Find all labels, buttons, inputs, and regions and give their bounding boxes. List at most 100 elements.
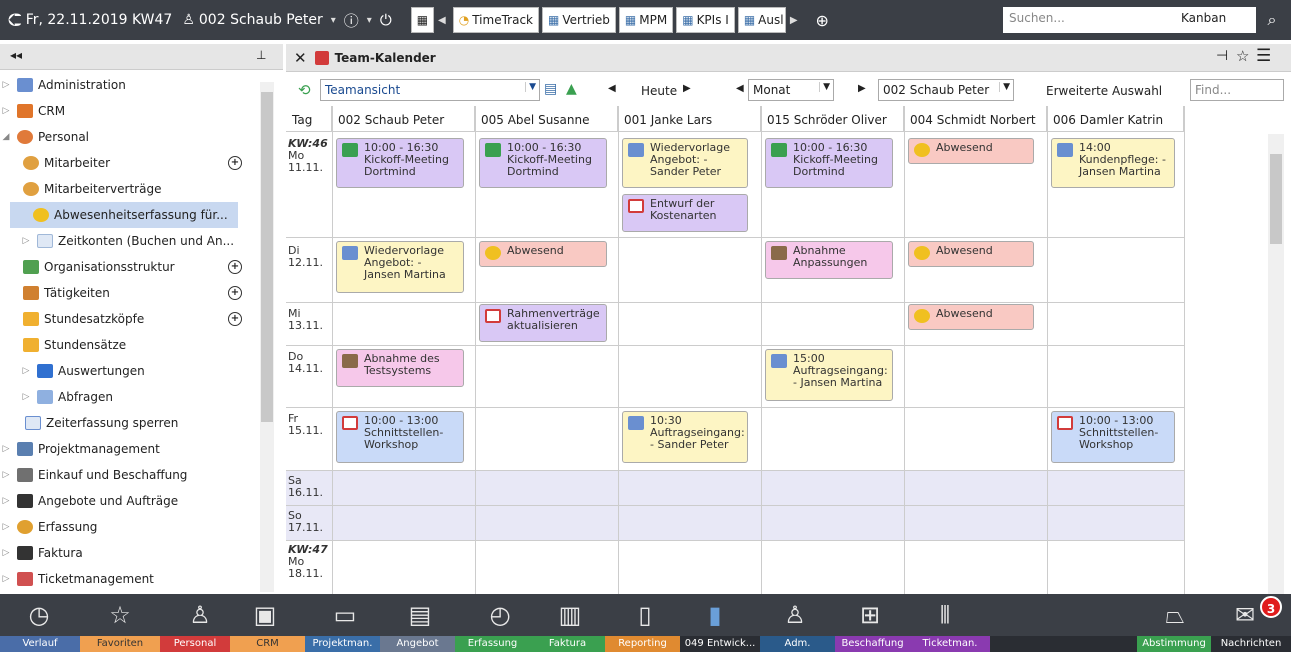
chevron-down-icon[interactable]: ▼	[819, 82, 830, 92]
dock-label-angebot[interactable]: Angebot	[380, 636, 455, 652]
search-icon[interactable]: ⌕	[1258, 7, 1286, 33]
add-icon[interactable]: +	[228, 312, 242, 326]
sidebar-item-erfassung[interactable]: ▷ Erfassung	[0, 514, 283, 540]
next-range-icon[interactable]: ▶	[858, 83, 866, 94]
tab-vertrieb[interactable]: ▦ Vertrieb	[542, 7, 616, 33]
calendar-event[interactable]: 10:00 - 16:30 Kickoff-Meeting Dortmind	[336, 138, 464, 188]
absence-event[interactable]: Abwesend	[908, 304, 1034, 330]
refresh-icon[interactable]: ⟲	[298, 81, 311, 99]
sidebar-item-mitarbeitervertraege[interactable]: Mitarbeiterverträge	[0, 176, 283, 202]
sidebar-item-taetigkeiten[interactable]: Tätigkeiten +	[0, 280, 283, 306]
add-icon[interactable]: +	[228, 286, 242, 300]
dock-label-personal[interactable]: Personal	[160, 636, 230, 652]
calendar-event[interactable]: Abnahme des Testsystems	[336, 349, 464, 387]
absence-event[interactable]: Abwesend	[479, 241, 607, 267]
grid-scrollbar[interactable]	[1268, 134, 1284, 594]
expand-icon[interactable]: ▷	[0, 80, 12, 90]
dock-label-verlauf[interactable]: Verlauf	[0, 636, 80, 652]
calendar-event[interactable]: 10:00 - 13:00 Schnittstellen-Workshop	[1051, 411, 1175, 463]
calendar-event[interactable]: Wiedervorlage Angebot: - Jansen Martina	[336, 241, 464, 293]
column-header-person[interactable]: 001 Janke Lars	[618, 106, 761, 132]
dock-label-abstimmung[interactable]: Abstimmung	[1137, 636, 1211, 652]
dock-label-reporting[interactable]: Reporting	[605, 636, 680, 652]
range-select[interactable]: Monat ▼	[748, 79, 834, 101]
calendar-event[interactable]: Wiedervorlage Angebot: - Sander Peter	[622, 138, 748, 188]
today-button[interactable]: Heute	[641, 84, 677, 98]
invoice-icon[interactable]: ▥	[555, 600, 585, 630]
tab-ausl[interactable]: ▦ Ausl	[737, 7, 786, 33]
expand-icon[interactable]: ▷	[20, 236, 32, 246]
sidebar-item-auswertungen[interactable]: ▷ Auswertungen	[0, 358, 283, 384]
sidebar-item-crm[interactable]: ▷ CRM	[0, 98, 283, 124]
expand-icon[interactable]: ▷	[20, 392, 32, 402]
calendar-event[interactable]: 10:00 - 16:30 Kickoff-Meeting Dortmind	[479, 138, 607, 188]
dock-label-favoriten[interactable]: Favoriten	[80, 636, 160, 652]
grid-icon[interactable]: ▦	[410, 7, 435, 33]
sidebar-scrollbar[interactable]	[260, 82, 274, 592]
add-tab-icon[interactable]: ⊕	[816, 11, 829, 30]
star-icon[interactable]: ☆	[105, 600, 135, 630]
barcode-icon[interactable]: ⦀	[930, 600, 960, 630]
sidebar-item-administration[interactable]: ▷ Administration	[0, 72, 283, 98]
collapse-sidebar-icon[interactable]: ◂◂	[10, 48, 22, 62]
sidebar-item-organisationsstruktur[interactable]: Organisationsstruktur +	[0, 254, 283, 280]
tab-timetrack[interactable]: ◔ TimeTrack	[452, 7, 539, 33]
dock-label-beschaffung[interactable]: Beschaffung	[835, 636, 910, 652]
calendar-event[interactable]: 15:00 Auftragseingang: - Jansen Martina	[765, 349, 893, 401]
dock-label-adm[interactable]: Adm.	[760, 636, 835, 652]
column-header-person[interactable]: 015 Schröder Oliver	[761, 106, 904, 132]
tab-kpis[interactable]: ▦ KPIs I	[676, 7, 735, 33]
calendar-event[interactable]: Entwurf der Kostenarten	[622, 194, 748, 232]
expand-icon[interactable]: ▷	[0, 470, 12, 480]
column-header-person[interactable]: 005 Abel Susanne	[475, 106, 618, 132]
search-scope[interactable]: Kanban	[1181, 11, 1226, 25]
dock-label-ticketman[interactable]: Ticketman.	[910, 636, 990, 652]
column-header-person[interactable]: 004 Schmidt Norbert	[904, 106, 1047, 132]
dock-label-nachrichten[interactable]: Nachrichten	[1211, 636, 1291, 652]
chevron-down-icon[interactable]: ▼	[999, 82, 1010, 92]
dock-label-erfassung[interactable]: Erfassung	[455, 636, 530, 652]
next-icon[interactable]: ▶	[683, 83, 691, 94]
sidebar-item-zeiterfassung-sperren[interactable]: Zeiterfassung sperren	[0, 410, 283, 436]
sidebar-item-faktura[interactable]: ▷ Faktura	[0, 540, 283, 566]
calendar-event[interactable]: 10:00 - 16:30 Kickoff-Meeting Dortmind	[765, 138, 893, 188]
collapse-icon[interactable]: ◢	[0, 132, 12, 142]
expand-icon[interactable]: ▷	[0, 548, 12, 558]
expand-icon[interactable]: ▷	[0, 496, 12, 506]
sidebar-item-einkauf[interactable]: ▷ Einkauf und Beschaffung	[0, 462, 283, 488]
view-select[interactable]: Teamansicht ▼	[320, 79, 540, 101]
menu-logo-icon[interactable]: ⮈	[8, 10, 22, 31]
sidebar-item-mitarbeiter[interactable]: Mitarbeiter +	[0, 150, 283, 176]
pin-icon[interactable]: ⊥	[256, 48, 266, 62]
expand-icon[interactable]: ▷	[20, 366, 32, 376]
mountain-icon[interactable]: ▲	[566, 81, 577, 97]
chevron-down-icon[interactable]: ▼	[525, 82, 536, 92]
tab-mpm[interactable]: ▦ MPM	[618, 7, 674, 33]
calendar-event[interactable]: Abnahme Anpassungen	[765, 241, 893, 279]
tray-icon[interactable]: ⏢	[1160, 600, 1190, 630]
dock-label-projektman[interactable]: Projektman.	[305, 636, 380, 652]
column-header-person[interactable]: 002 Schaub Peter	[332, 106, 475, 132]
admin-icon[interactable]: ♙	[780, 600, 810, 630]
calendar-event[interactable]: 10:30 Auftragseingang: - Sander Peter	[622, 411, 748, 463]
current-user[interactable]: 002 Schaub Peter	[199, 12, 323, 28]
prev-range-icon[interactable]: ◀	[736, 83, 744, 94]
chevron-down-icon[interactable]: ▾	[331, 15, 336, 26]
find-input[interactable]: Find...	[1190, 79, 1284, 101]
date-display[interactable]: ⮈ Fr, 22.11.2019 KW47 ♙ 002 Schaub Peter…	[8, 10, 392, 31]
column-header-person[interactable]: 006 Damler Katrin	[1047, 106, 1184, 132]
expand-icon[interactable]: ▷	[0, 444, 12, 454]
expand-icon[interactable]: ▷	[0, 106, 12, 116]
expand-icon[interactable]: ▷	[0, 574, 12, 584]
new-document-icon[interactable]: ▤	[544, 81, 557, 97]
sidebar-item-stundensaetze[interactable]: Stundensätze	[0, 332, 283, 358]
cart-icon[interactable]: ⊞	[855, 600, 885, 630]
calendar-event[interactable]: 10:00 - 13:00 Schnittstellen-Workshop	[336, 411, 464, 463]
sidebar-item-projektmanagement[interactable]: ▷ Projektmanagement	[0, 436, 283, 462]
mail-icon[interactable]: ✉	[1230, 600, 1260, 630]
search-input[interactable]: Suchen... Kanban	[1003, 7, 1256, 33]
help-icon[interactable]: ⓘ	[344, 10, 359, 31]
pin-icon[interactable]: ⊣	[1216, 48, 1228, 64]
add-icon[interactable]: +	[228, 260, 242, 274]
folder-icon[interactable]: ▭	[330, 600, 360, 630]
